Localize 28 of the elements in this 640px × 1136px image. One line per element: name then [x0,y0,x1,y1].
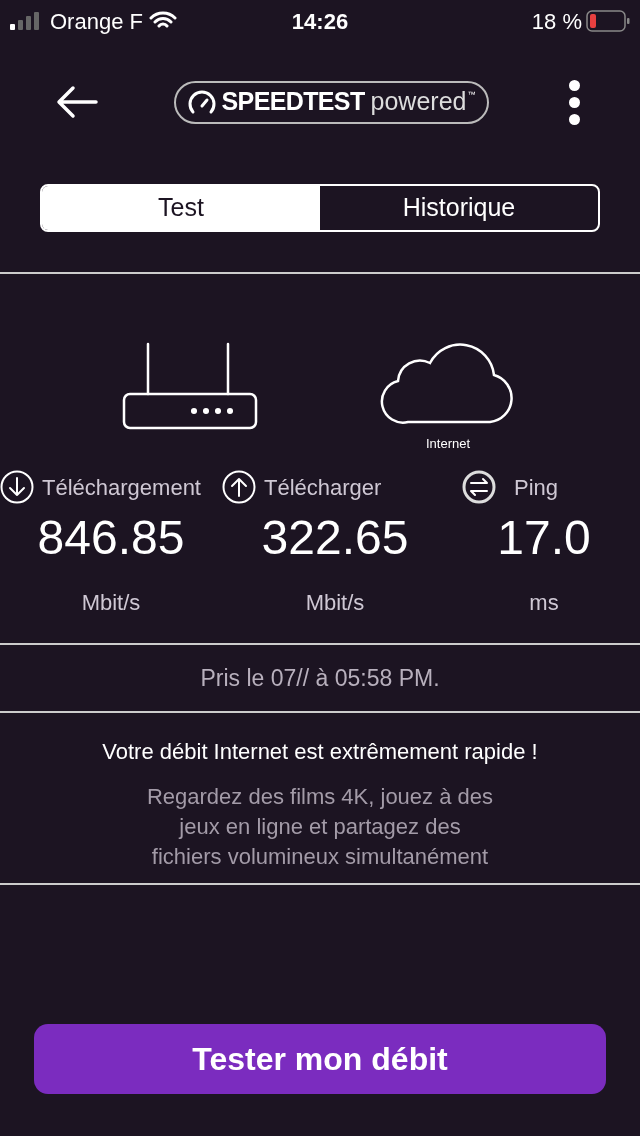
trademark-mark: ™ [467,88,476,101]
metric-label: Téléchargement [42,473,201,502]
gauge-icon [187,89,216,115]
metric-unit: Mbit/s [305,589,365,617]
metric-value: 322.65 [261,514,409,562]
verdict-title: Votre débit Internet est extrêmement rapide ! [102,738,538,766]
logo-suffix: powered [370,86,467,118]
upload-icon [222,470,256,504]
router-icon [122,342,258,432]
logo-brand: SPEEDTEST [221,86,365,118]
tab[interactable]: Test [42,186,320,230]
verdict-description: Regardez des films 4K, jouez à des jeux en ligne et partagez des fichiers volumineux simultanément [146,783,494,871]
start-test-button[interactable]: Tester mon débit [34,1024,606,1094]
battery-icon [586,10,630,32]
tab[interactable]: Historique [320,186,598,230]
test-timestamp: Pris le 07// à 05:58 PM. [200,663,440,693]
clock-time: 14:26 [291,7,349,36]
metric-value: 846.85 [37,514,185,562]
battery-percent: 18 % [531,7,582,36]
metric-value: 17.0 [497,514,591,562]
metric-label: Ping [514,473,559,502]
internet-label: Internet [425,435,471,453]
carrier-name: Orange F [50,7,143,36]
download-icon [0,470,34,504]
ping-icon [462,470,496,504]
metric-unit: Mbit/s [81,589,141,617]
metric-label: Télécharger [264,473,382,502]
metric-unit: ms [529,589,559,617]
